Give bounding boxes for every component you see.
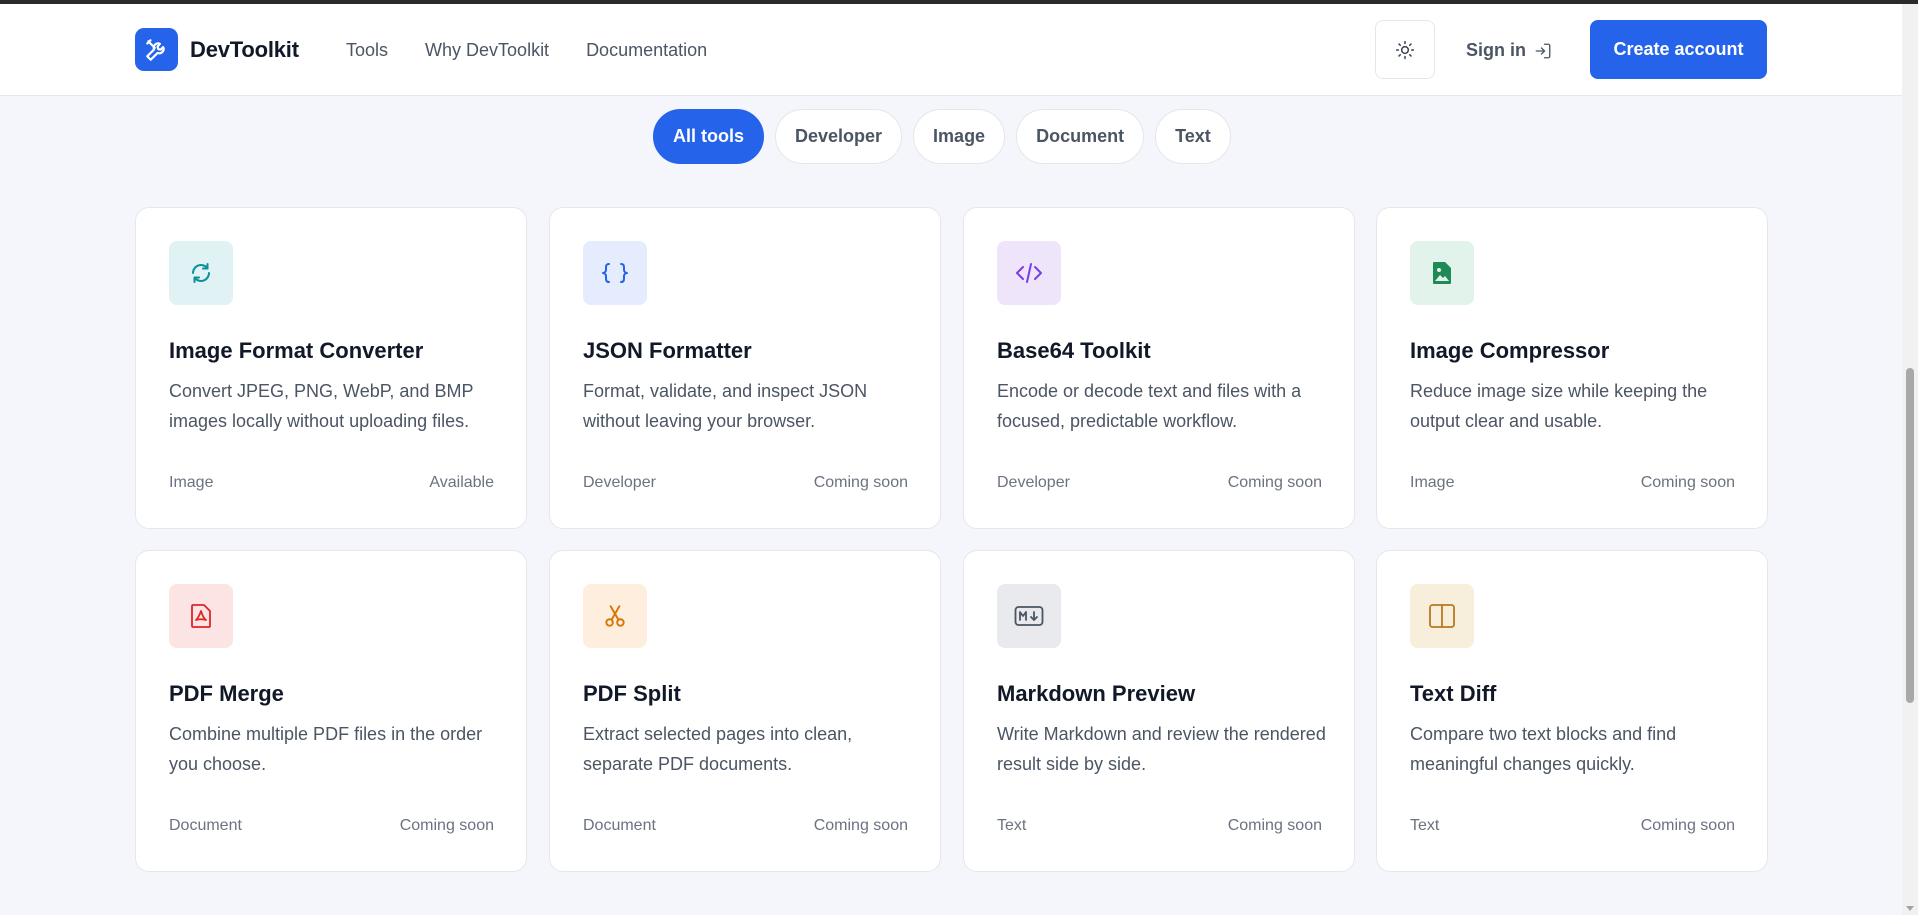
- card-description: Compare two text blocks and find meaning…: [1410, 724, 1677, 774]
- card-status: Coming soon: [1640, 817, 1735, 834]
- tool-card-pdf-split[interactable]: PDF Split Extract selected pages into cl…: [549, 550, 941, 872]
- card-category: Image: [1410, 474, 1455, 491]
- card-title: Text Diff: [1410, 681, 1497, 706]
- card-category: Text: [997, 817, 1027, 834]
- sign-in-label: Sign in: [1466, 40, 1526, 60]
- brand-name: DevToolkit: [190, 36, 299, 62]
- split-columns-icon: [1410, 584, 1474, 648]
- theme-toggle-button[interactable]: [1375, 20, 1435, 79]
- vertical-scrollbar[interactable]: [1902, 4, 1918, 915]
- card-title: JSON Formatter: [583, 338, 752, 363]
- sign-in-link[interactable]: Sign in: [1466, 40, 1552, 61]
- card-category: Image: [169, 474, 214, 491]
- code-icon: [997, 241, 1061, 305]
- nav-link-documentation[interactable]: Documentation: [586, 40, 707, 61]
- card-category: Text: [1410, 817, 1440, 834]
- tool-card-image-format-converter[interactable]: Image Format Converter Convert JPEG, PNG…: [135, 207, 527, 529]
- tool-card-json-formatter[interactable]: JSON Formatter Format, validate, and ins…: [549, 207, 941, 529]
- wrench-screwdriver-icon: [135, 28, 178, 71]
- scissors-icon: [583, 584, 647, 648]
- card-category: Developer: [997, 474, 1070, 491]
- create-account-button[interactable]: Create account: [1590, 20, 1767, 79]
- scrollbar-thumb[interactable]: [1906, 368, 1914, 703]
- login-arrow-icon: [1535, 43, 1551, 58]
- filter-developer[interactable]: Developer: [775, 109, 903, 164]
- card-status: Coming soon: [813, 817, 908, 834]
- tool-card-pdf-merge[interactable]: PDF Merge Combine multiple PDF files in …: [135, 550, 527, 872]
- markdown-icon: [997, 584, 1061, 648]
- filter-text[interactable]: Text: [1155, 109, 1231, 164]
- card-description: Convert JPEG, PNG, WebP, and BMP images …: [169, 381, 474, 431]
- tool-card-text-diff[interactable]: Text Diff Compare two text blocks and fi…: [1376, 550, 1768, 872]
- card-description: Format, validate, and inspect JSON witho…: [583, 381, 868, 431]
- card-status: Coming soon: [399, 817, 494, 834]
- image-file-icon: [1410, 241, 1474, 305]
- card-description: Combine multiple PDF files in the order …: [169, 724, 483, 774]
- card-title: Image Compressor: [1410, 338, 1610, 363]
- card-status: Coming soon: [1640, 474, 1735, 491]
- card-title: Image Format Converter: [169, 338, 424, 363]
- card-title: PDF Merge: [169, 681, 284, 706]
- refresh-icon: [169, 241, 233, 305]
- filter-all-tools[interactable]: All tools: [653, 109, 764, 164]
- tool-card-base64-toolkit[interactable]: Base64 Toolkit Encode or decode text and…: [963, 207, 1355, 529]
- braces-icon: [583, 241, 647, 305]
- main-nav: Tools Why DevToolkit Documentation: [346, 40, 744, 61]
- card-title: PDF Split: [583, 681, 681, 706]
- filter-document[interactable]: Document: [1016, 109, 1145, 164]
- card-description: Reduce image size while keeping the outp…: [1410, 381, 1708, 431]
- nav-link-tools[interactable]: Tools: [346, 40, 388, 61]
- card-title: Base64 Toolkit: [997, 338, 1151, 363]
- card-category: Document: [169, 817, 242, 834]
- card-status: Coming soon: [1227, 817, 1322, 834]
- sun-icon: [1395, 40, 1415, 59]
- card-description: Write Markdown and review the rendered r…: [997, 724, 1326, 774]
- card-category: Developer: [583, 474, 656, 491]
- card-status: Available: [429, 474, 494, 491]
- tool-card-markdown-preview[interactable]: Markdown Preview Write Markdown and revi…: [963, 550, 1355, 872]
- card-category: Document: [583, 817, 656, 834]
- card-description: Extract selected pages into clean, separ…: [583, 724, 853, 774]
- pdf-file-icon: [169, 584, 233, 648]
- scroll-down-arrow-icon[interactable]: [1906, 906, 1914, 911]
- card-status: Coming soon: [1227, 474, 1322, 491]
- category-filters: All tools Developer Image Document Text: [653, 109, 1242, 164]
- site-header: DevToolkit Tools Why DevToolkit Document…: [0, 4, 1902, 96]
- brand[interactable]: DevToolkit: [135, 28, 299, 71]
- card-status: Coming soon: [813, 474, 908, 491]
- card-description: Encode or decode text and files with a f…: [997, 381, 1302, 431]
- nav-link-why-devtoolkit[interactable]: Why DevToolkit: [425, 40, 549, 61]
- filter-image[interactable]: Image: [913, 109, 1006, 164]
- card-title: Markdown Preview: [997, 681, 1196, 706]
- tool-card-image-compressor[interactable]: Image Compressor Reduce image size while…: [1376, 207, 1768, 529]
